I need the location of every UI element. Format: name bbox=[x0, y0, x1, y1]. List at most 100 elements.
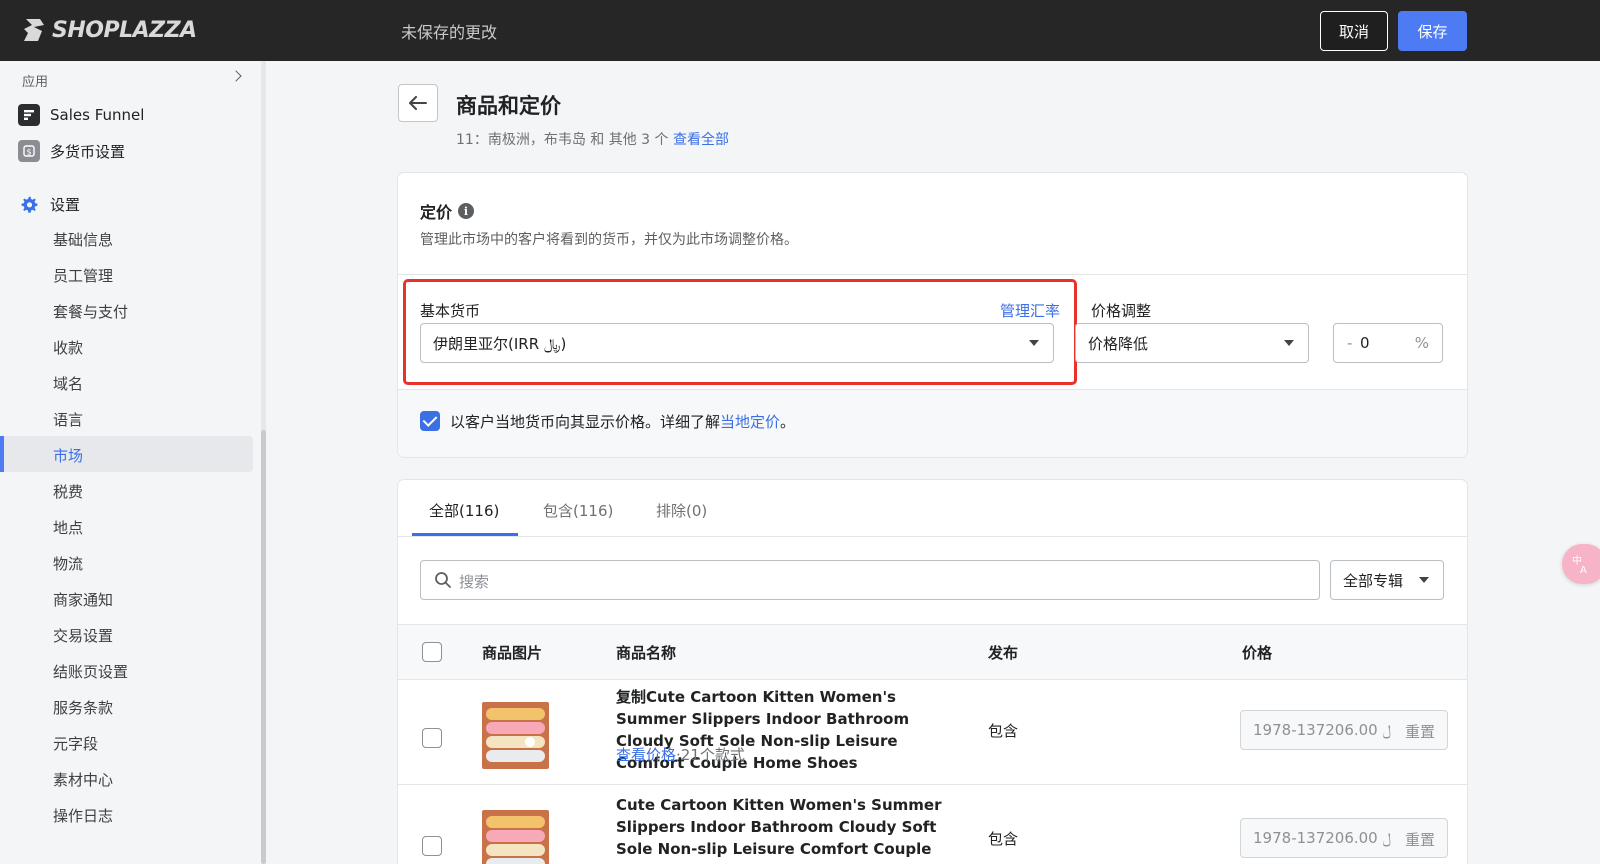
price-adjust-percent-input[interactable]: - 0 % bbox=[1333, 323, 1443, 363]
search-icon bbox=[435, 572, 451, 588]
sidebar-item-terms[interactable]: 服务条款 bbox=[53, 697, 113, 718]
info-icon[interactable]: i bbox=[458, 203, 475, 219]
tab-excluded[interactable]: 排除(0) bbox=[656, 500, 707, 521]
sidebar-active-highlight bbox=[0, 436, 253, 472]
sidebar-item-media-center[interactable]: 素材中心 bbox=[53, 769, 113, 790]
sidebar-item-plan-payment[interactable]: 套餐与支付 bbox=[53, 301, 128, 322]
sales-funnel-icon bbox=[18, 104, 40, 126]
apps-section-label[interactable]: 应用 bbox=[22, 71, 48, 90]
column-header-image: 商品图片 bbox=[482, 644, 543, 662]
highlight-annotation-box bbox=[403, 279, 1077, 385]
local-pricing-label: 以客户当地货币向其显示价格。详细了解当地定价。 bbox=[450, 411, 795, 432]
percent-suffix: % bbox=[1414, 334, 1429, 352]
product-meta: 查看价格·21个款式 bbox=[616, 744, 745, 765]
sidebar-app-sales-funnel[interactable]: Sales Funnel bbox=[18, 104, 144, 126]
publish-status: 包含 bbox=[988, 722, 1019, 740]
sidebar-item-activity-log[interactable]: 操作日志 bbox=[53, 805, 113, 826]
search-placeholder: 搜索 bbox=[459, 573, 490, 591]
table-header: 商品图片 商品名称 发布 价格 bbox=[398, 624, 1467, 680]
sidebar-item-checkout-settings[interactable]: 交易设置 bbox=[53, 625, 113, 646]
translate-icon: 中 A bbox=[1572, 554, 1587, 575]
view-all-link[interactable]: 查看全部 bbox=[673, 132, 729, 148]
pricing-card: 定价 i 管理此市场中的客户将看到的货币，并仅为此市场调整价格。 基本货币 管理… bbox=[398, 173, 1467, 457]
top-bar: SHOPLAZZA 未保存的更改 取消 保存 bbox=[0, 0, 1600, 61]
sidebar-app-multi-currency[interactable]: $ 多货币设置 bbox=[18, 140, 125, 162]
translate-fab[interactable]: 中 A bbox=[1562, 544, 1600, 584]
price-adjust-value: 价格降低 bbox=[1088, 334, 1149, 353]
sidebar-item-taxes[interactable]: 税费 bbox=[53, 481, 83, 502]
settings-label: 设置 bbox=[50, 196, 81, 214]
save-button[interactable]: 保存 bbox=[1398, 11, 1467, 51]
reset-button[interactable]: 重置 bbox=[1405, 829, 1435, 850]
reset-button[interactable]: 重置 bbox=[1405, 721, 1435, 742]
local-pricing-checkbox[interactable] bbox=[420, 411, 440, 431]
sidebar-item-payments[interactable]: 收款 bbox=[53, 337, 83, 358]
sidebar-item-checkout-page[interactable]: 结账页设置 bbox=[53, 661, 128, 682]
brand-logo[interactable]: SHOPLAZZA bbox=[22, 17, 197, 43]
product-thumbnail[interactable] bbox=[482, 810, 549, 864]
divider bbox=[398, 536, 1467, 537]
sidebar-item-languages[interactable]: 语言 bbox=[53, 409, 83, 430]
sidebar-active-indicator bbox=[0, 436, 4, 472]
product-thumbnail[interactable] bbox=[482, 702, 549, 769]
sidebar-item-metafields[interactable]: 元字段 bbox=[53, 733, 98, 754]
sidebar-item-markets[interactable]: 市场 bbox=[53, 445, 83, 466]
arrow-left-icon bbox=[409, 96, 427, 110]
price-adjust-select[interactable]: 价格降低 bbox=[1075, 323, 1309, 363]
price-adjust-label: 价格调整 bbox=[1091, 302, 1152, 320]
tab-all[interactable]: 全部(116) bbox=[429, 500, 499, 521]
back-button[interactable] bbox=[398, 84, 438, 122]
unsaved-changes-label: 未保存的更改 bbox=[401, 23, 498, 42]
divider bbox=[398, 274, 1467, 275]
collection-filter-value: 全部专辑 bbox=[1343, 571, 1404, 590]
svg-text:$: $ bbox=[26, 148, 31, 157]
local-pricing-link[interactable]: 当地定价 bbox=[720, 413, 780, 431]
sidebar-item-basic-info[interactable]: 基础信息 bbox=[53, 229, 113, 250]
view-price-link[interactable]: 查看价格 bbox=[616, 746, 676, 764]
caret-down-icon bbox=[1284, 340, 1294, 346]
price-value: ﷼ 137206.00-1978 bbox=[1253, 829, 1391, 847]
page-title: 商品和定价 bbox=[456, 94, 561, 118]
sidebar-item-domains[interactable]: 域名 bbox=[53, 373, 83, 394]
shoplazza-logo-icon bbox=[24, 19, 44, 41]
local-pricing-end: 。 bbox=[780, 413, 796, 431]
publish-status: 包含 bbox=[988, 830, 1019, 848]
gear-icon bbox=[21, 196, 38, 213]
column-header-publish: 发布 bbox=[988, 644, 1019, 662]
sidebar-item-staff[interactable]: 员工管理 bbox=[53, 265, 113, 286]
pricing-heading: 定价 i bbox=[420, 199, 475, 223]
select-all-checkbox[interactable] bbox=[422, 642, 442, 662]
row-checkbox[interactable] bbox=[422, 836, 442, 856]
pricing-title: 定价 bbox=[420, 203, 453, 222]
sidebar-item-notifications[interactable]: 商家通知 bbox=[53, 589, 113, 610]
caret-down-icon bbox=[1419, 577, 1429, 583]
sidebar-item-shipping[interactable]: 物流 bbox=[53, 553, 83, 574]
percent-value: 0 bbox=[1360, 334, 1370, 352]
sidebar-app-label: 多货币设置 bbox=[50, 142, 126, 161]
collection-filter-select[interactable]: 全部专辑 bbox=[1330, 560, 1444, 600]
market-regions-summary: 11：南极洲，布韦岛 和 其他 3 个 查看全部 bbox=[456, 129, 729, 149]
cancel-button[interactable]: 取消 bbox=[1320, 11, 1388, 51]
price-field[interactable]: ﷼ 137206.00-1978 重置 bbox=[1240, 818, 1448, 858]
variant-count: ·21个款式 bbox=[676, 746, 745, 764]
pricing-description: 管理此市场中的客户将看到的货币，并仅为此市场调整价格。 bbox=[420, 232, 798, 248]
column-header-price: 价格 bbox=[1242, 644, 1273, 662]
multi-currency-icon: $ bbox=[18, 140, 40, 162]
column-header-name: 商品名称 bbox=[616, 644, 677, 662]
products-card: 全部(116) 包含(116) 排除(0) 搜索 全部专辑 商品图片 商品名称 … bbox=[398, 480, 1467, 864]
brand-name: SHOPLAZZA bbox=[52, 17, 197, 43]
market-regions-text: 11：南极洲，布韦岛 和 其他 3 个 bbox=[456, 132, 669, 148]
price-field[interactable]: ﷼ 137206.00-1978 重置 bbox=[1240, 710, 1448, 750]
product-name[interactable]: Cute Cartoon Kitten Women's Summer Slipp… bbox=[616, 794, 956, 864]
sidebar-app-label: Sales Funnel bbox=[50, 106, 145, 124]
sidebar-settings-header[interactable]: 设置 bbox=[20, 194, 80, 215]
search-input[interactable]: 搜索 bbox=[420, 560, 1320, 600]
price-value: ﷼ 137206.00-1978 bbox=[1253, 721, 1391, 739]
sidebar-item-locations[interactable]: 地点 bbox=[53, 517, 83, 538]
row-checkbox[interactable] bbox=[422, 728, 442, 748]
tab-included[interactable]: 包含(116) bbox=[543, 500, 613, 521]
local-pricing-text: 以客户当地货币向其显示价格。详细了解 bbox=[450, 413, 721, 431]
minus-prefix: - bbox=[1347, 334, 1353, 352]
sidebar-scrollbar-thumb[interactable] bbox=[261, 430, 266, 864]
divider bbox=[398, 784, 1467, 785]
